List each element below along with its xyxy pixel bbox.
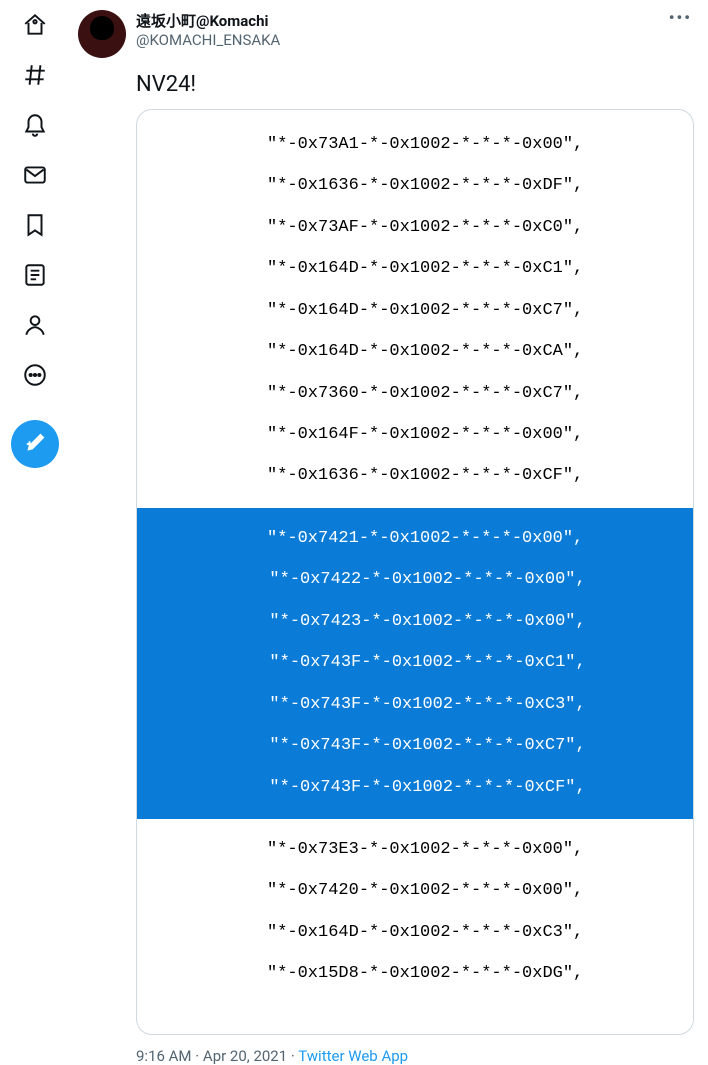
code-line: "*-0x743F-*-0x1002-*-*-*-0xC3", (137, 695, 693, 716)
code-line: "*-0x7420-*-0x1002-*-*-*-0x00", (137, 881, 693, 902)
code-line: "*-0x743F-*-0x1002-*-*-*-0xC1", (137, 653, 693, 674)
tweet-meta: 9:16 AM · Apr 20, 2021 · Twitter Web App (136, 1047, 694, 1065)
messages-icon[interactable] (22, 162, 48, 188)
compose-button[interactable] (11, 420, 59, 468)
more-icon[interactable] (22, 362, 48, 388)
code-line: "*-0x164D-*-0x1002-*-*-*-0xCA", (137, 342, 693, 363)
explore-icon[interactable] (22, 62, 48, 88)
profile-icon[interactable] (22, 312, 48, 338)
code-line: "*-0x73E3-*-0x1002-*-*-*-0x00", (137, 840, 693, 861)
tweet-date[interactable]: Apr 20, 2021 (203, 1047, 287, 1065)
tweet-header: 遠坂小町@Komachi @KOMACHI_ENSAKA (78, 10, 694, 58)
bookmarks-icon[interactable] (22, 212, 48, 238)
code-line: "*-0x743F-*-0x1002-*-*-*-0xCF", (137, 778, 693, 799)
sidebar (0, 0, 70, 663)
code-line: "*-0x15D8-*-0x1002-*-*-*-0xDG", (137, 964, 693, 985)
code-line: "*-0x164F-*-0x1002-*-*-*-0x00", (137, 425, 693, 446)
code-line: "*-0x164D-*-0x1002-*-*-*-0xC1", (137, 259, 693, 280)
tweet-text: NV24! (136, 72, 694, 97)
tweet-time[interactable]: 9:16 AM (136, 1047, 192, 1065)
code-line: "*-0x73AF-*-0x1002-*-*-*-0xC0", (137, 218, 693, 239)
code-line: "*-0x743F-*-0x1002-*-*-*-0xC7", (137, 736, 693, 757)
lists-icon[interactable] (22, 262, 48, 288)
notifications-icon[interactable] (22, 112, 48, 138)
code-line: "*-0x1636-*-0x1002-*-*-*-0xCF", (137, 466, 693, 487)
code-line: "*-0x164D-*-0x1002-*-*-*-0xC7", (137, 301, 693, 322)
tweet-media[interactable]: "*-0x73A1-*-0x1002-*-*-*-0x00", "*-0x163… (136, 109, 694, 1035)
display-name[interactable]: 遠坂小町@Komachi (136, 10, 280, 31)
avatar[interactable] (78, 10, 126, 58)
code-highlight: "*-0x7421-*-0x1002-*-*-*-0x00", "*-0x742… (137, 508, 693, 819)
user-handle[interactable]: @KOMACHI_ENSAKA (136, 31, 280, 49)
tweet: ••• 遠坂小町@Komachi @KOMACHI_ENSAKA NV24! "… (70, 0, 708, 663)
code-line: "*-0x7422-*-0x1002-*-*-*-0x00", (137, 570, 693, 591)
code-line: "*-0x164D-*-0x1002-*-*-*-0xC3", (137, 923, 693, 944)
code-line: "*-0x7423-*-0x1002-*-*-*-0x00", (137, 612, 693, 633)
code-listing: "*-0x73A1-*-0x1002-*-*-*-0x00", "*-0x163… (137, 110, 693, 1034)
code-line: "*-0x7360-*-0x1002-*-*-*-0xC7", (137, 384, 693, 405)
home-icon[interactable] (22, 12, 48, 38)
tweet-source[interactable]: Twitter Web App (298, 1047, 408, 1065)
code-line: "*-0x73A1-*-0x1002-*-*-*-0x00", (137, 135, 693, 156)
tweet-more-button[interactable]: ••• (669, 8, 692, 27)
code-line: "*-0x1636-*-0x1002-*-*-*-0xDF", (137, 176, 693, 197)
code-line: "*-0x7421-*-0x1002-*-*-*-0x00", (137, 529, 693, 550)
